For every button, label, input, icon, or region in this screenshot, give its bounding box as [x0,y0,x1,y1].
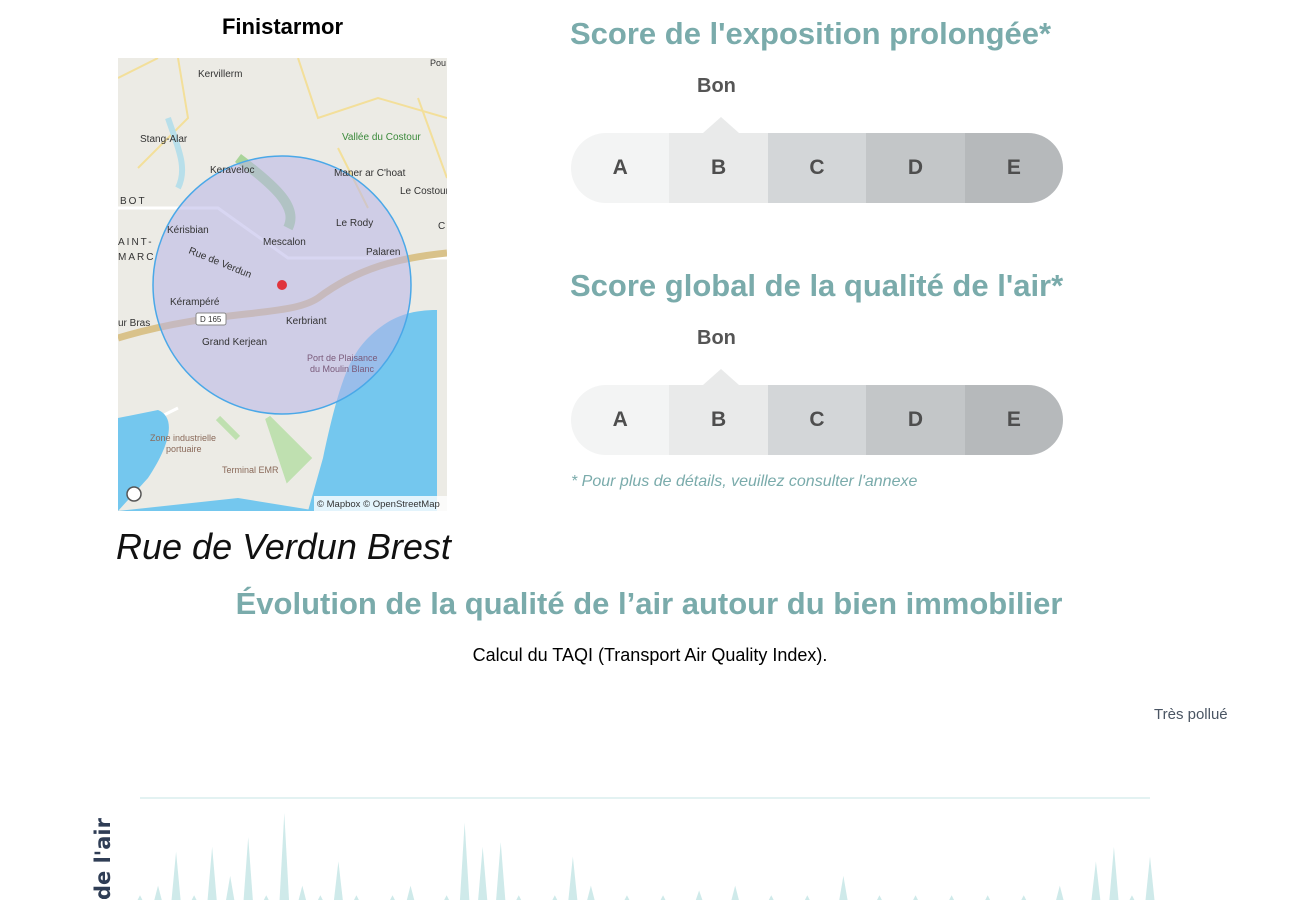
map-label: Le Rody [336,218,373,229]
chart-area-peak [695,890,703,900]
chart-area-peak [317,895,323,900]
exposure-score-title: Score de l'exposition prolongée* [570,16,1052,51]
chart-area-peak [1091,861,1101,900]
chart-area-peak [731,885,739,900]
chart-area-peak [354,895,359,900]
map-label: du Moulin Blanc [310,364,375,374]
chart-area-peak [768,895,774,900]
global-score-title: Score global de la qualité de l'air* [570,268,1064,303]
chart-area-peak [243,837,253,900]
map-label: portuaire [166,444,202,454]
chart-area-peak [516,895,522,900]
map-label: Pou [430,58,446,68]
map-label: Kervillerm [198,69,242,80]
global-score-scale: Bon A B C D E [571,327,1063,455]
chart-area-peak [390,895,395,900]
map-label: Le Costour [400,186,447,197]
mapbox-logo-icon[interactable] [126,486,142,502]
chart-area-peak [660,895,666,900]
exposure-score-scale: Bon A B C D E [571,75,1063,203]
chart-area-peak [406,885,415,900]
chart-area-peak [1129,895,1135,900]
map-label: BOT [120,196,147,207]
score-value-label: Bon [697,75,736,97]
chart-area-peak [279,812,290,900]
evolution-title: Évolution de la qualité de l’air autour … [235,586,1063,621]
map-label: Kérampéré [170,297,220,308]
grade-c: C [767,385,867,455]
chart-area-peak [552,895,558,900]
grade-b: B [669,133,768,203]
chart-area-peak [496,841,506,900]
chart-area-peak [459,822,470,900]
chart-area-peak [333,861,343,900]
grade-e: E [964,385,1063,455]
chart-area-peak [226,875,235,900]
map-label: ur Bras [118,318,150,329]
map-label: Maner ar C'hoat [334,168,406,179]
chart-area-peak [171,851,181,900]
chart-area-peak [913,895,918,900]
evolution-title-wrap: Évolution de la qualité de l’air autour … [0,586,1300,622]
chart-area-peak [1145,856,1155,900]
chart-area-peak [568,856,578,900]
annex-note: * Pour plus de détails, veuillez consult… [571,473,918,490]
chart-area-peak [298,885,307,900]
map-label: Stang-Alar [140,134,188,145]
chart-area-peak [804,895,810,900]
chart-area-peak [154,885,162,900]
air-quality-chart [137,797,1155,900]
evolution-subtitle: Calcul du TAQI (Transport Air Quality In… [472,645,828,665]
map-label: Port de Plaisance [307,353,378,363]
map-label: Terminal EMR [222,465,279,475]
grade-d: D [866,133,965,203]
location-map[interactable]: Kervillerm Stang-Alar Vallée du Costour … [118,58,447,511]
road-badge: D 165 [200,315,222,324]
map-title: Finistarmor [221,14,344,39]
chart-area-peak [985,895,991,900]
map-attribution[interactable]: © Mapbox © OpenStreetMap [317,499,440,510]
map-label: Grand Kerjean [202,337,267,348]
grade-c: C [767,133,867,203]
chart-top-label: Très pollué [1154,706,1228,723]
map-label: MARC [118,252,155,263]
chart-area-peak [191,895,197,900]
score-pointer [703,117,739,133]
map-label: Kerbriant [286,316,327,327]
grade-b: B [669,385,768,455]
chart-area-peak [839,875,848,900]
chart-area-peak [207,846,217,900]
score-value-label: Bon [697,327,736,349]
map-label: C [438,221,445,232]
map-label: Mescalon [263,237,306,248]
chart-area-peak [624,895,630,900]
grade-d: D [866,385,965,455]
chart-area-peak [1021,895,1027,900]
grade-a: A [571,385,670,455]
score-pointer [703,369,739,385]
chart-area-peak [1109,846,1119,900]
chart-area-peak [949,895,955,900]
chart-area-peak [444,895,450,900]
location-marker[interactable] [277,280,287,290]
chart-area-peak [263,895,269,900]
chart-area-peak [137,895,143,900]
map-label: Zone industrielle [150,433,216,443]
map-label: Palaren [366,247,400,258]
chart-area-peak [478,846,488,900]
chart-area-peak [587,885,595,900]
map-label: Kérisbian [167,225,209,236]
grade-e: E [964,133,1063,203]
property-address: Rue de Verdun Brest [116,526,451,567]
chart-area-peak [1056,885,1064,900]
map-label: AINT- [118,237,154,248]
grade-a: A [571,133,670,203]
map-label: Keraveloc [210,165,254,176]
chart-area-peak [877,895,882,900]
map-label: Vallée du Costour [342,132,421,143]
